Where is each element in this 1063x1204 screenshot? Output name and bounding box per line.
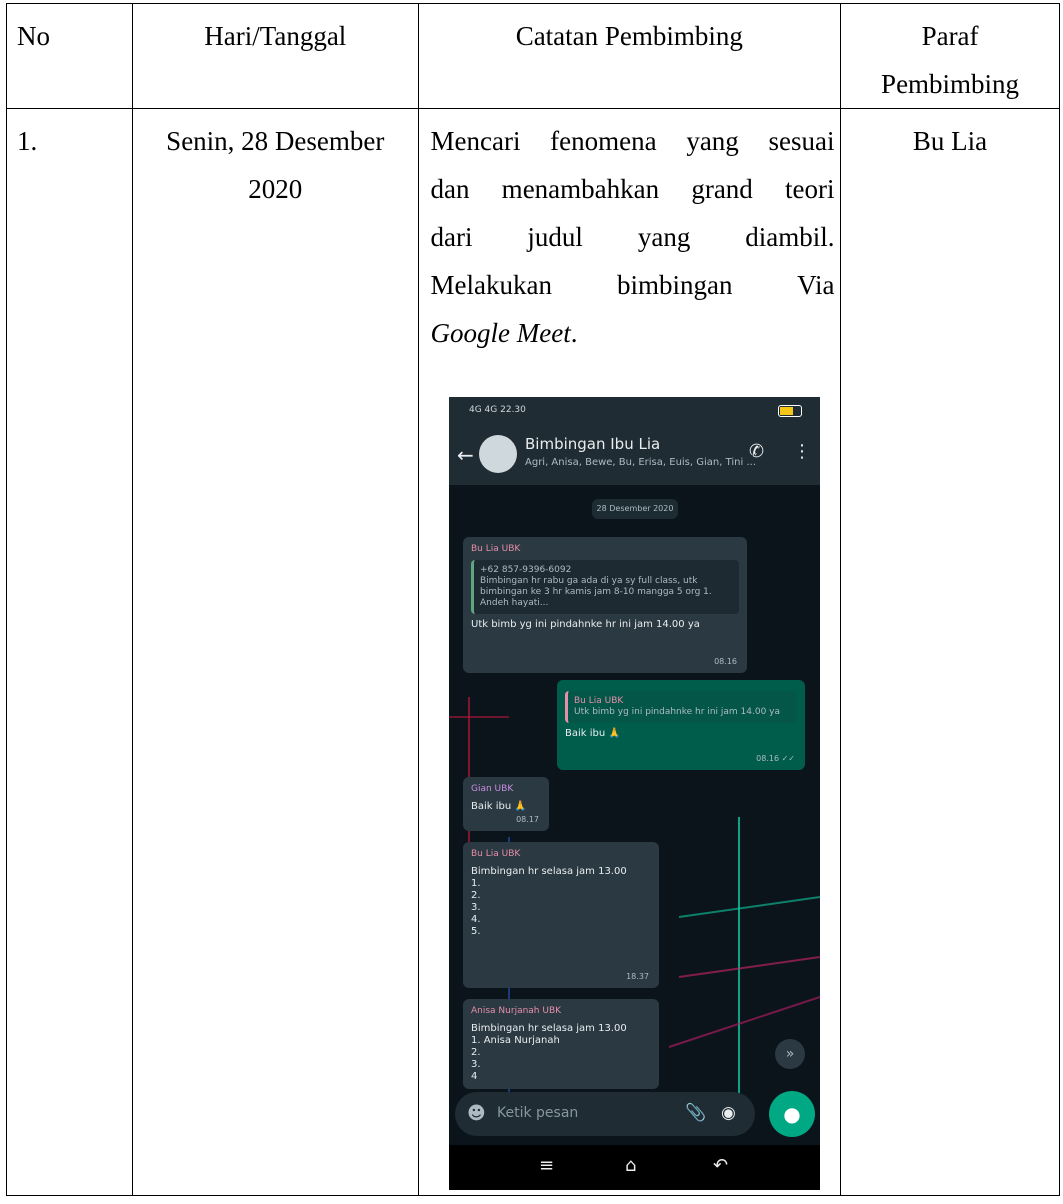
note-italic: Google Meet	[430, 318, 571, 348]
quote-text: Utk bimb yg ini pindahnke hr ini jam 14.…	[574, 707, 780, 717]
row-number: 1.	[17, 126, 38, 156]
note-line: Melakukan bimbingan Via	[430, 270, 835, 300]
message-bubble[interactable]: Bu Lia UBK +62 857-9396-6092 Bimbingan h…	[463, 537, 747, 673]
header-no: No	[5, 3, 134, 109]
quoted-message[interactable]: +62 857-9396-6092 Bimbingan hr rabu ga a…	[471, 560, 739, 614]
note-line: Mencari fenomena yang sesuai	[430, 126, 835, 156]
message-sender: Bu Lia UBK	[471, 849, 521, 859]
note-line: dari judul yang diambil.	[430, 222, 835, 252]
quoted-message[interactable]: Bu Lia UBK Utk bimb yg ini pindahnke hr …	[565, 691, 797, 723]
add-call-icon[interactable]: ✆	[749, 441, 764, 462]
back-nav-icon[interactable]: ↶	[713, 1155, 728, 1176]
message-composer[interactable]: ☻ Ketik pesan 📎 ◉	[455, 1092, 755, 1136]
table-header-row: No Hari/Tanggal Catatan Pembimbing Paraf…	[5, 3, 1060, 109]
status-bar: 4G 4G 22.30	[449, 397, 820, 425]
camera-icon[interactable]: ◉	[721, 1103, 736, 1123]
recent-apps-icon[interactable]: ≡	[539, 1155, 554, 1176]
message-text: Bimbingan hr selasa jam 13.00 1. Anisa N…	[471, 1023, 627, 1082]
message-sender: Bu Lia UBK	[471, 544, 521, 554]
group-avatar[interactable]	[479, 435, 517, 473]
message-time: 08.16 ✓✓	[756, 754, 795, 763]
scroll-down-icon[interactable]: »	[775, 1039, 805, 1069]
row-date-line1: Senin, 28 Desember	[166, 126, 385, 156]
cell-sign: Bu Lia	[840, 108, 1060, 1196]
message-text: Baik ibu 🙏	[565, 728, 621, 739]
chat-screenshot: 4G 4G 22.30 ← Bimbingan Ibu Lia Agri, An…	[449, 397, 820, 1190]
group-name[interactable]: Bimbingan Ibu Lia	[525, 435, 660, 453]
battery-icon	[778, 405, 802, 417]
row-date: Senin, 28 Desember 2020	[133, 109, 417, 213]
back-arrow-icon[interactable]: ←	[457, 443, 474, 467]
header-sign: Paraf Pembimbing	[840, 3, 1060, 109]
message-bubble-outgoing[interactable]: Bu Lia UBK Utk bimb yg ini pindahnke hr …	[557, 680, 805, 770]
header-date: Hari/Tanggal	[132, 3, 419, 109]
message-sender: Gian UBK	[471, 784, 514, 794]
message-time: 08.16	[714, 657, 737, 666]
header-sign-line2: Pembimbing	[881, 69, 1020, 99]
message-sender: Anisa Nurjanah UBK	[471, 1006, 562, 1016]
header-note-text: Catatan Pembimbing	[515, 21, 743, 51]
quote-author: Bu Lia UBK	[574, 696, 624, 706]
header-note: Catatan Pembimbing	[417, 3, 842, 109]
chat-header: ← Bimbingan Ibu Lia Agri, Anisa, Bewe, B…	[449, 425, 820, 485]
message-time: 18.37	[626, 972, 649, 981]
message-input[interactable]: Ketik pesan	[497, 1105, 578, 1121]
message-text: Utk bimb yg ini pindahnke hr ini jam 14.…	[471, 619, 700, 630]
header-sign-line1: Paraf	[921, 21, 979, 51]
row-sign: Bu Lia	[912, 126, 988, 156]
message-bubble[interactable]: Gian UBK Baik ibu 🙏 08.17	[463, 777, 549, 831]
quote-text: Bimbingan hr rabu ga ada di ya sy full c…	[480, 576, 712, 608]
cell-date: Senin, 28 Desember 2020	[132, 108, 419, 1196]
emoji-icon[interactable]: ☻	[467, 1103, 486, 1124]
quote-author: +62 857-9396-6092	[480, 565, 572, 575]
date-chip: 28 Desember 2020	[592, 499, 678, 519]
note-line-last: Google Meet.	[431, 309, 835, 357]
header-date-text: Hari/Tanggal	[204, 21, 347, 51]
home-icon[interactable]: ⌂	[625, 1155, 636, 1176]
header-no-text: No	[17, 21, 50, 51]
cell-no: 1.	[5, 108, 134, 1196]
message-text: Bimbingan hr selasa jam 13.00 1. 2. 3. 4…	[471, 866, 627, 937]
message-bubble[interactable]: Anisa Nurjanah UBK Bimbingan hr selasa j…	[463, 999, 659, 1089]
status-text: 4G 4G 22.30	[469, 405, 526, 415]
row-date-line2: 2020	[248, 174, 303, 204]
attach-icon[interactable]: 📎	[685, 1103, 706, 1123]
note-line: dan menambahkan grand teori	[430, 174, 835, 204]
message-time: 08.17	[516, 815, 539, 824]
row-note: Mencari fenomena yang sesuai dan menamba…	[419, 109, 835, 357]
microphone-icon[interactable]: ●	[769, 1091, 815, 1137]
group-members: Agri, Anisa, Bewe, Bu, Erisa, Euis, Gian…	[525, 457, 757, 468]
message-bubble[interactable]: Bu Lia UBK Bimbingan hr selasa jam 13.00…	[463, 842, 659, 988]
note-suffix: .	[570, 318, 578, 348]
android-nav-bar: ≡ ⌂ ↶	[449, 1145, 820, 1190]
message-text: Baik ibu 🙏	[471, 801, 527, 812]
more-options-icon[interactable]: ⋮	[793, 441, 811, 462]
header-sign-text: Paraf Pembimbing	[841, 4, 1059, 108]
